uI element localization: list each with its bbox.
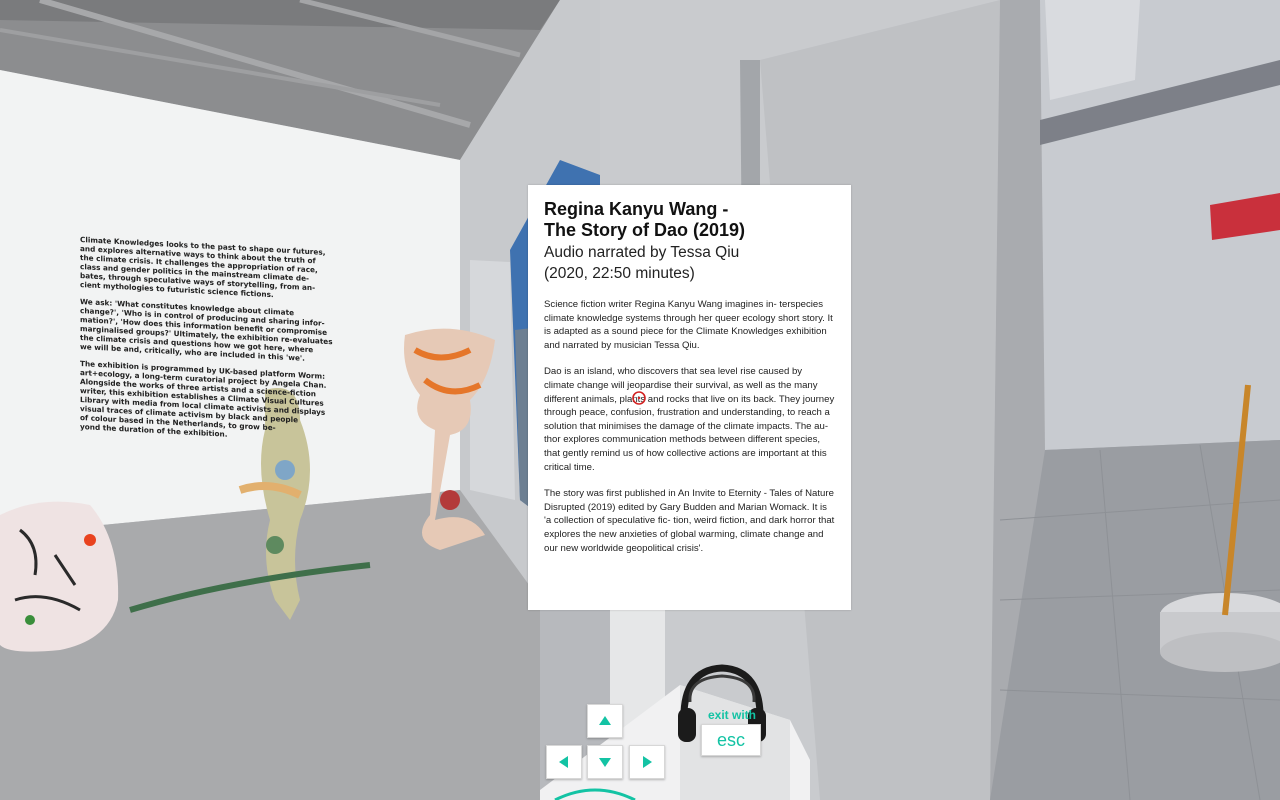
panel-title-line1: Regina Kanyu Wang - <box>544 199 729 219</box>
exhibition-wall-text: Climate Knowledges looks to the past to … <box>80 235 365 454</box>
sculpture-left <box>0 501 119 652</box>
panel-subtitle-line2: (2020, 22:50 minutes) <box>544 265 695 282</box>
panel-body: Science fiction writer Regina Kanyu Wang… <box>544 298 835 555</box>
move-back-key[interactable] <box>587 745 623 779</box>
panel-paragraph: Dao is an island, who discovers that sea… <box>544 366 835 473</box>
move-right-key[interactable] <box>629 745 665 779</box>
wall-text-paragraph: We ask: 'What constitutes knowledge abou… <box>80 297 333 363</box>
wall-text-paragraph: The exhibition is programmed by UK-based… <box>80 359 327 439</box>
move-forward-key[interactable] <box>587 704 623 738</box>
arrow-down-icon <box>599 758 611 767</box>
artwork-info-panel: Regina Kanyu Wang - The Story of Dao (20… <box>528 185 851 610</box>
esc-key[interactable]: esc <box>701 724 761 756</box>
arrow-left-icon <box>559 756 568 768</box>
panel-subtitle-line1: Audio narrated by Tessa Qiu <box>544 244 740 261</box>
move-left-key[interactable] <box>546 745 582 779</box>
panel-title-line2: The Story of Dao (2019) <box>544 220 746 240</box>
arrow-up-icon <box>599 716 611 725</box>
panel-paragraph: Science fiction writer Regina Kanyu Wang… <box>544 299 833 351</box>
panel-paragraph: The story was first published in An Invi… <box>544 488 835 554</box>
exit-hint-label: exit with <box>707 708 756 722</box>
panel-title: Regina Kanyu Wang - The Story of Dao (20… <box>544 199 835 241</box>
crosshair-icon <box>632 391 646 405</box>
arrow-right-icon <box>643 756 652 768</box>
panel-subtitle: Audio narrated by Tessa Qiu (2020, 22:50… <box>544 242 835 284</box>
